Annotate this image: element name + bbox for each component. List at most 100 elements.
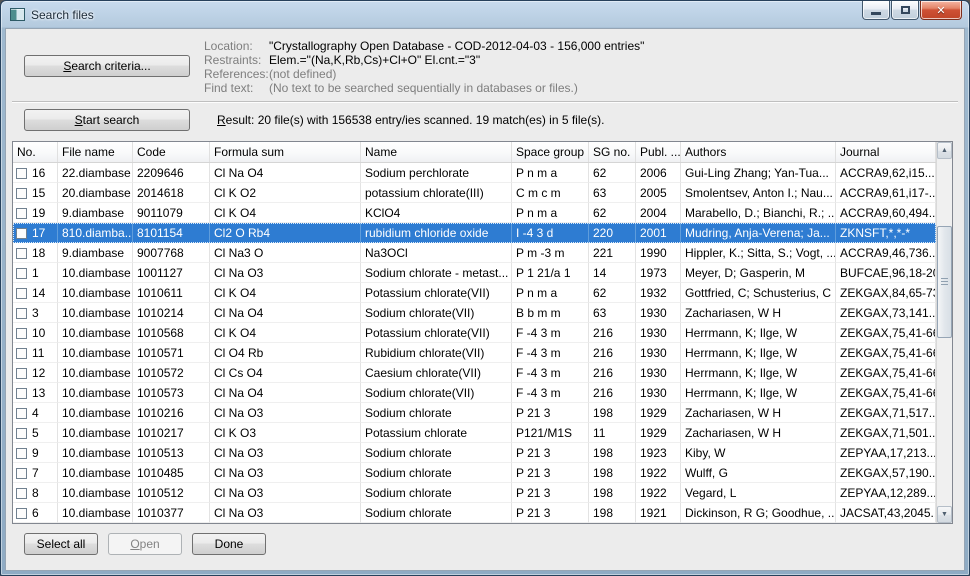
column-header-code[interactable]: Code <box>133 142 210 162</box>
column-header-sgno[interactable]: SG no. <box>589 142 636 162</box>
cell-sgno: 216 <box>589 383 636 403</box>
row-checkbox[interactable] <box>16 208 27 219</box>
row-checkbox[interactable] <box>16 168 27 179</box>
row-checkbox[interactable] <box>16 388 27 399</box>
cell-sg: P 21 3 <box>512 503 589 523</box>
search-criteria-button[interactable]: Search criteria... <box>24 55 190 77</box>
cell-file: 10.diambase <box>58 363 133 383</box>
table-row[interactable]: 1520.diambase2014618Cl K O2potassium chl… <box>13 183 936 203</box>
cell-no: 6 <box>13 503 58 523</box>
criteria-label: Find text: <box>204 81 269 95</box>
criteria-line: Find text:(No text to be searched sequen… <box>204 81 958 95</box>
row-checkbox[interactable] <box>16 488 27 499</box>
cell-formula: Cl O4 Rb <box>210 343 361 363</box>
row-checkbox[interactable] <box>16 248 27 259</box>
row-checkbox[interactable] <box>16 448 27 459</box>
row-checkbox[interactable] <box>16 188 27 199</box>
column-header-formula[interactable]: Formula sum <box>210 142 361 162</box>
row-checkbox[interactable] <box>16 408 27 419</box>
table-row[interactable]: 310.diambase1010214Cl Na O4Sodium chlora… <box>13 303 936 323</box>
column-header-publ[interactable]: Publ. ... <box>636 142 681 162</box>
table-row[interactable]: 17810.diamba...8101154Cl2 O Rb4rubidium … <box>13 223 936 243</box>
table-row[interactable]: 1110.diambase1010571Cl O4 RbRubidium chl… <box>13 343 936 363</box>
table-row[interactable]: 199.diambase9011079Cl K O4KClO4P n m a62… <box>13 203 936 223</box>
column-header-journal[interactable]: Journal <box>836 142 936 162</box>
table-row[interactable]: 910.diambase1010513Cl Na O3Sodium chlora… <box>13 443 936 463</box>
titlebar[interactable]: Search files ✕ <box>1 1 969 28</box>
column-header-no[interactable]: No. <box>13 142 58 162</box>
column-header-name[interactable]: Name <box>361 142 512 162</box>
table-row[interactable]: 1210.diambase1010572Cl Cs O4Caesium chlo… <box>13 363 936 383</box>
cell-sg: P 1 21/a 1 <box>512 263 589 283</box>
row-checkbox[interactable] <box>16 368 27 379</box>
column-header-sg[interactable]: Space group <box>512 142 589 162</box>
column-header-file[interactable]: File name <box>58 142 133 162</box>
cell-formula: Cl Na O4 <box>210 303 361 323</box>
cell-file: 10.diambase <box>58 283 133 303</box>
table-row[interactable]: 1622.diambase2209646Cl Na O4Sodium perch… <box>13 163 936 183</box>
cell-sgno: 62 <box>589 203 636 223</box>
row-checkbox[interactable] <box>16 468 27 479</box>
cell-no: 17 <box>13 223 58 243</box>
cell-publ: 1929 <box>636 423 681 443</box>
cell-journal: ZKNSFT,*,*-* <box>836 223 936 243</box>
scroll-up-button[interactable]: ▲ <box>937 142 952 159</box>
cell-sg: F -4 3 m <box>512 363 589 383</box>
maximize-button[interactable] <box>891 1 919 20</box>
row-checkbox[interactable] <box>16 348 27 359</box>
scrollbar-thumb[interactable] <box>937 226 952 338</box>
row-checkbox[interactable] <box>16 328 27 339</box>
cell-code: 9011079 <box>133 203 210 223</box>
table-row[interactable]: 1010.diambase1010568Cl K O4Potassium chl… <box>13 323 936 343</box>
table-row[interactable]: 710.diambase1010485Cl Na O3Sodium chlora… <box>13 463 936 483</box>
criteria-summary: Location:"Crystallography Open Database … <box>204 37 958 95</box>
close-button[interactable]: ✕ <box>920 1 962 20</box>
cell-journal: BUFCAE,96,18-20 <box>836 263 936 283</box>
done-button[interactable]: Done <box>192 533 266 555</box>
cell-code: 1001127 <box>133 263 210 283</box>
cell-journal: ZEKGAX,75,41-66 <box>836 343 936 363</box>
open-button[interactable]: Open <box>108 533 182 555</box>
cell-journal: ZEKGAX,57,190... <box>836 463 936 483</box>
row-checkbox[interactable] <box>16 428 27 439</box>
table-row[interactable]: 110.diambase1001127Cl Na O3Sodium chlora… <box>13 263 936 283</box>
criteria-value: (not defined) <box>269 67 336 81</box>
cell-authors: Wulff, G <box>681 463 836 483</box>
table-row[interactable]: 1410.diambase1010611Cl K O4Potassium chl… <box>13 283 936 303</box>
app-icon <box>10 8 25 21</box>
row-checkbox[interactable] <box>16 288 27 299</box>
cell-publ: 1930 <box>636 363 681 383</box>
cell-publ: 1930 <box>636 343 681 363</box>
start-search-button[interactable]: Start search <box>24 109 190 131</box>
row-checkbox[interactable] <box>16 228 27 239</box>
cell-file: 10.diambase <box>58 383 133 403</box>
table-row[interactable]: 810.diambase1010512Cl Na O3Sodium chlora… <box>13 483 936 503</box>
cell-journal: ACCRA9,62,i15... <box>836 163 936 183</box>
scroll-down-button[interactable]: ▼ <box>937 506 952 523</box>
search-files-window: Search files ✕ Search criteria... Locati… <box>0 0 970 576</box>
cell-authors: Dickinson, R G; Goodhue, ... <box>681 503 836 523</box>
select-all-button[interactable]: Select all <box>24 533 98 555</box>
row-checkbox[interactable] <box>16 308 27 319</box>
cell-code: 2014618 <box>133 183 210 203</box>
cell-file: 10.diambase <box>58 263 133 283</box>
table-row[interactable]: 510.diambase1010217Cl K O3Potassium chlo… <box>13 423 936 443</box>
cell-name: rubidium chloride oxide <box>361 223 512 243</box>
cell-formula: Cl Na O3 <box>210 443 361 463</box>
table-row[interactable]: 610.diambase1010377Cl Na O3Sodium chlora… <box>13 503 936 523</box>
cell-authors: Marabello, D.; Bianchi, R.; ... <box>681 203 836 223</box>
row-checkbox[interactable] <box>16 268 27 279</box>
cell-sgno: 198 <box>589 403 636 423</box>
cell-no: 18 <box>13 243 58 263</box>
cell-name: Sodium chlorate(VII) <box>361 383 512 403</box>
table-row[interactable]: 1310.diambase1010573Cl Na O4Sodium chlor… <box>13 383 936 403</box>
vertical-scrollbar[interactable]: ▲ ▼ <box>936 142 952 523</box>
scrollbar-track[interactable] <box>937 159 952 506</box>
table-row[interactable]: 410.diambase1010216Cl Na O3Sodium chlora… <box>13 403 936 423</box>
table-row[interactable]: 189.diambase9007768Cl Na3 ONa3OClP m -3 … <box>13 243 936 263</box>
column-header-authors[interactable]: Authors <box>681 142 836 162</box>
cell-code: 1010572 <box>133 363 210 383</box>
row-checkbox[interactable] <box>16 508 27 519</box>
cell-name: potassium chlorate(III) <box>361 183 512 203</box>
minimize-button[interactable] <box>862 1 890 20</box>
